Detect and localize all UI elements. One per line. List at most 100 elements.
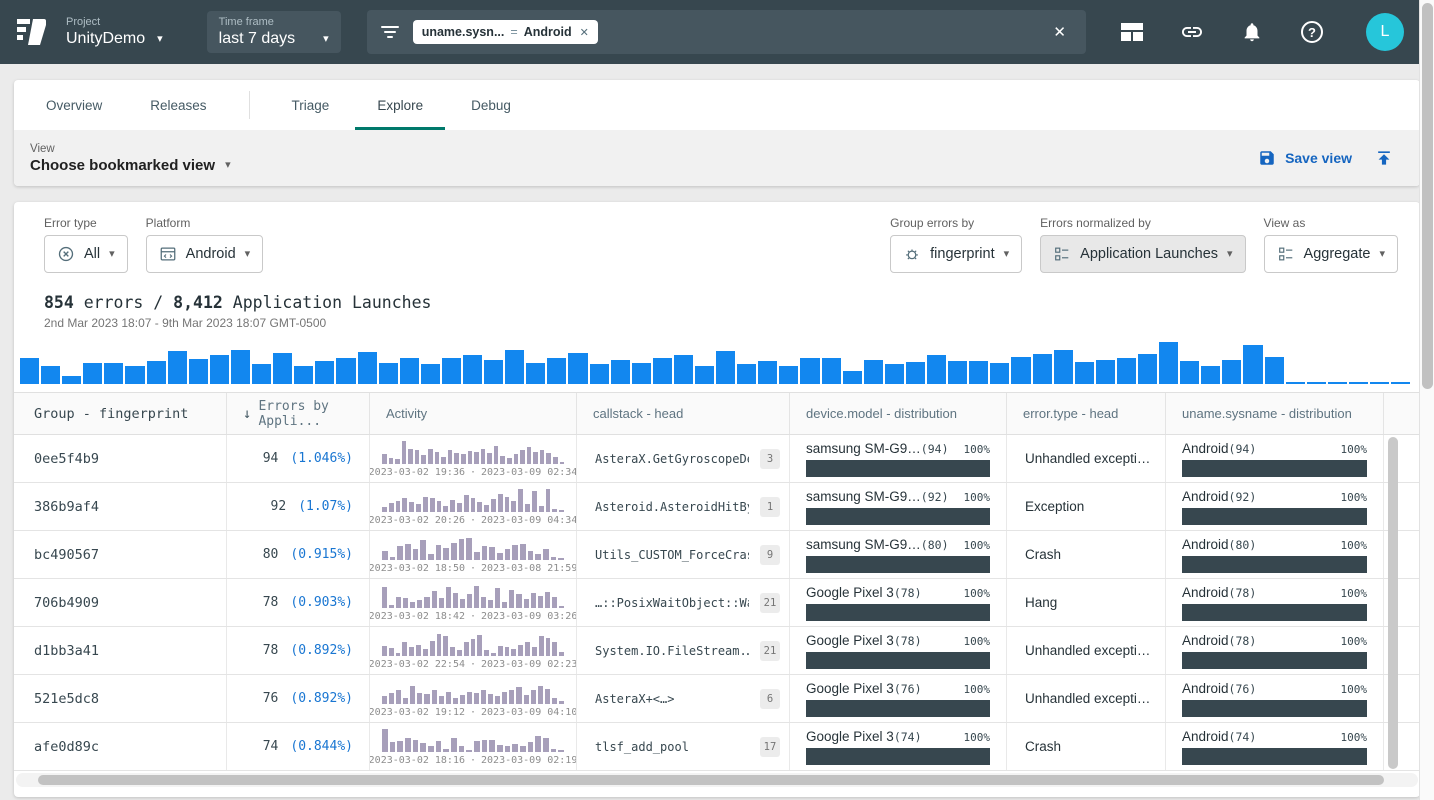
histogram-bar[interactable] <box>210 355 229 384</box>
callstack-count-badge[interactable]: 17 <box>760 737 780 757</box>
filter-chip-remove-icon[interactable]: ✕ <box>580 26 589 39</box>
callstack-count-badge[interactable]: 1 <box>760 497 780 517</box>
group-by-select[interactable]: fingerprint ▾ <box>890 235 1022 273</box>
histogram-bar[interactable] <box>758 361 777 384</box>
tab-triage[interactable]: Triage <box>268 80 354 130</box>
histogram-bar[interactable] <box>1117 358 1136 384</box>
table-row[interactable]: 706b4909 78(0.903%) 2023-03-02 18:42·202… <box>14 579 1420 627</box>
histogram-bar[interactable] <box>1075 362 1094 384</box>
histogram-bar[interactable] <box>547 358 566 384</box>
histogram-bar[interactable] <box>1054 350 1073 384</box>
histogram-bar[interactable] <box>695 366 714 384</box>
histogram-bar[interactable] <box>779 366 798 384</box>
table-row[interactable]: bc490567 80(0.915%) 2023-03-02 18:50·202… <box>14 531 1420 579</box>
histogram-bar[interactable] <box>1011 357 1030 384</box>
histogram-bar[interactable] <box>1201 366 1220 384</box>
column-header-uname-sysname[interactable]: uname.sysname - distribution <box>1166 393 1384 434</box>
histogram-bar[interactable] <box>1328 382 1347 384</box>
histogram-bar[interactable] <box>1391 382 1410 384</box>
histogram-bar[interactable] <box>990 363 1009 384</box>
histogram-bar[interactable] <box>568 353 587 384</box>
histogram-bar[interactable] <box>653 358 672 384</box>
histogram-bar[interactable] <box>1222 360 1241 384</box>
histogram-bar[interactable] <box>125 366 144 384</box>
histogram-bar[interactable] <box>252 364 271 384</box>
link-icon[interactable] <box>1180 20 1204 44</box>
clear-filters-icon[interactable]: ✕ <box>1047 19 1072 45</box>
histogram-bar[interactable] <box>273 353 292 384</box>
notifications-bell-icon[interactable] <box>1240 20 1264 44</box>
filter-bar[interactable]: uname.sysn... = Android ✕ ✕ <box>367 10 1086 54</box>
filter-chip[interactable]: uname.sysn... = Android ✕ <box>413 20 598 44</box>
histogram-bar[interactable] <box>611 360 630 384</box>
histogram-bar[interactable] <box>1096 360 1115 384</box>
error-type-select[interactable]: All ▾ <box>44 235 128 273</box>
histogram-bar[interactable] <box>505 350 524 384</box>
dashboard-icon[interactable] <box>1120 20 1144 44</box>
column-header-device-model[interactable]: device.model - distribution <box>790 393 1007 434</box>
scrollbar-thumb[interactable] <box>38 775 1384 785</box>
histogram-bar[interactable] <box>147 361 166 384</box>
histogram-bar[interactable] <box>104 363 123 384</box>
tab-overview[interactable]: Overview <box>22 80 126 130</box>
bookmarked-view-selector[interactable]: View Choose bookmarked view ▾ <box>30 143 231 174</box>
callstack-count-badge[interactable]: 21 <box>760 593 780 613</box>
normalized-by-select[interactable]: Application Launches ▾ <box>1040 235 1245 273</box>
tab-releases[interactable]: Releases <box>126 80 230 130</box>
scrollbar-thumb[interactable] <box>1388 437 1398 769</box>
timeframe-selector[interactable]: Time frame last 7 days ▾ <box>207 11 341 53</box>
histogram-bar[interactable] <box>885 364 904 384</box>
tab-explore[interactable]: Explore <box>353 80 447 130</box>
backtrace-logo-icon[interactable] <box>12 12 52 52</box>
histogram-bar[interactable] <box>442 358 461 384</box>
histogram-bar[interactable] <box>906 362 925 384</box>
table-vertical-scrollbar[interactable] <box>1388 437 1398 769</box>
tab-debug[interactable]: Debug <box>447 80 535 130</box>
histogram-bar[interactable] <box>927 355 946 384</box>
histogram-bar[interactable] <box>83 363 102 384</box>
column-header-callstack[interactable]: callstack - head <box>577 393 790 434</box>
histogram-bar[interactable] <box>168 351 187 384</box>
histogram-bar[interactable] <box>948 361 967 384</box>
histogram-bar[interactable] <box>1180 361 1199 384</box>
error-histogram[interactable] <box>20 340 1410 384</box>
histogram-bar[interactable] <box>674 355 693 384</box>
table-row[interactable]: 0ee5f4b9 94(1.046%) 2023-03-02 19:36·202… <box>14 435 1420 483</box>
histogram-bar[interactable] <box>336 358 355 384</box>
column-header-errors[interactable]: ↓Errors by Appli... <box>227 393 370 434</box>
histogram-bar[interactable] <box>1349 382 1368 384</box>
histogram-bar[interactable] <box>189 359 208 384</box>
histogram-bar[interactable] <box>400 358 419 384</box>
table-row[interactable]: d1bb3a41 78(0.892%) 2023-03-02 22:54·202… <box>14 627 1420 675</box>
histogram-bar[interactable] <box>1033 354 1052 384</box>
histogram-bar[interactable] <box>294 366 313 384</box>
histogram-bar[interactable] <box>421 364 440 384</box>
histogram-bar[interactable] <box>1243 345 1262 384</box>
histogram-bar[interactable] <box>484 360 503 384</box>
histogram-bar[interactable] <box>800 358 819 384</box>
histogram-bar[interactable] <box>62 376 81 384</box>
help-icon[interactable]: ? <box>1300 20 1324 44</box>
table-row[interactable]: 521e5dc8 76(0.892%) 2023-03-02 19:12·202… <box>14 675 1420 723</box>
histogram-bar[interactable] <box>315 361 334 384</box>
histogram-bar[interactable] <box>1286 382 1305 384</box>
histogram-bar[interactable] <box>1159 342 1178 384</box>
project-selector[interactable]: Project UnityDemo ▾ <box>66 16 163 48</box>
scrollbar-thumb[interactable] <box>1422 3 1433 389</box>
histogram-bar[interactable] <box>822 358 841 384</box>
histogram-bar[interactable] <box>41 366 60 384</box>
column-header-error-type[interactable]: error.type - head <box>1007 393 1166 434</box>
callstack-count-badge[interactable]: 9 <box>760 545 780 565</box>
histogram-bar[interactable] <box>379 363 398 384</box>
histogram-bar[interactable] <box>463 355 482 384</box>
histogram-bar[interactable] <box>358 352 377 384</box>
table-row[interactable]: afe0d89c 74(0.844%) 2023-03-02 18:16·202… <box>14 723 1420 771</box>
histogram-bar[interactable] <box>231 350 250 384</box>
histogram-bar[interactable] <box>737 364 756 384</box>
histogram-bar[interactable] <box>716 351 735 384</box>
histogram-bar[interactable] <box>843 371 862 384</box>
callstack-count-badge[interactable]: 6 <box>760 689 780 709</box>
avatar[interactable]: L <box>1366 13 1404 51</box>
histogram-bar[interactable] <box>590 364 609 384</box>
upload-view-icon[interactable] <box>1374 148 1394 168</box>
